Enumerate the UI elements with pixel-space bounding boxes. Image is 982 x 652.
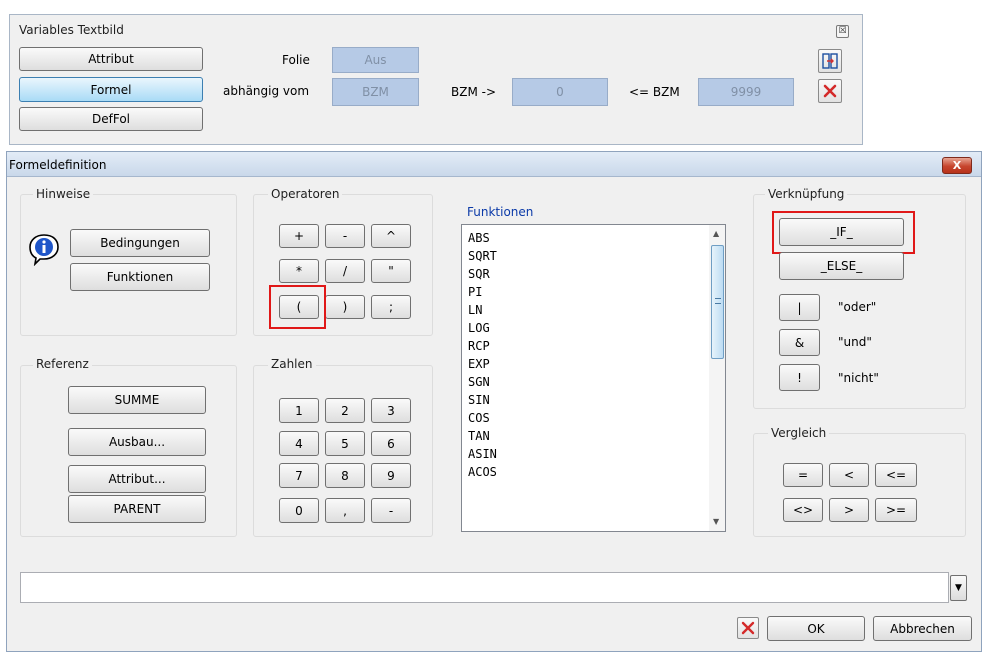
dialog-titlebar: Formeldefinition X (7, 152, 981, 177)
cmp-less-equal-button[interactable]: <= (875, 463, 917, 487)
funktionen-hint-button[interactable]: Funktionen (70, 263, 210, 291)
num-6-button[interactable]: 6 (371, 431, 411, 456)
num-0-button[interactable]: 0 (279, 498, 319, 523)
panel-close-icon[interactable]: ☒ (836, 25, 849, 38)
num-8-button[interactable]: 8 (325, 463, 365, 488)
num-comma-button[interactable]: , (325, 498, 365, 523)
cancel-button[interactable]: Abbrechen (873, 616, 972, 641)
formel-button[interactable]: Formel (19, 77, 203, 102)
summe-button[interactable]: SUMME (68, 386, 206, 414)
scrollbar-thumb[interactable] (711, 245, 724, 359)
cmp-greater-button[interactable]: > (829, 498, 869, 522)
num-7-button[interactable]: 7 (279, 463, 319, 488)
formula-dropdown-button[interactable]: ▼ (950, 575, 967, 601)
num-minus-button[interactable]: - (371, 498, 411, 523)
parent-button[interactable]: PARENT (68, 495, 206, 523)
referenz-label: Referenz (33, 357, 92, 371)
bzm-to-label: <= BZM (629, 85, 680, 99)
list-item[interactable]: SGN (468, 375, 490, 389)
bzm-to-field[interactable]: 9999 (698, 78, 794, 106)
vergleich-label: Vergleich (768, 426, 830, 440)
cmp-equal-button[interactable]: = (783, 463, 823, 487)
op-divide-button[interactable]: / (325, 259, 365, 283)
and-label: "und" (838, 335, 872, 349)
bedingungen-button[interactable]: Bedingungen (70, 229, 210, 257)
info-icon (27, 232, 61, 267)
dialog-title: Formeldefinition (9, 158, 107, 172)
bzm-from-field[interactable]: 0 (512, 78, 608, 106)
op-plus-button[interactable]: + (279, 224, 319, 248)
highlight-open-paren (269, 285, 326, 329)
bzm-from-label: BZM -> (451, 85, 497, 99)
num-3-button[interactable]: 3 (371, 398, 411, 423)
op-semicolon-button[interactable]: ; (371, 295, 411, 319)
list-item[interactable]: ABS (468, 231, 490, 245)
highlight-if-button (772, 211, 915, 254)
abhaengig-label: abhängig vom (223, 84, 310, 98)
cmp-not-equal-button[interactable]: <> (783, 498, 823, 522)
ok-button[interactable]: OK (767, 616, 865, 641)
cmp-greater-equal-button[interactable]: >= (875, 498, 917, 522)
op-power-button[interactable]: ^ (371, 224, 411, 248)
funktionen-list-label: Funktionen (467, 205, 534, 219)
variables-textbild-panel: Variables Textbild ☒ Attribut Formel Def… (9, 14, 863, 145)
abhaengig-field[interactable]: BZM (332, 78, 419, 106)
ausbau-button[interactable]: Ausbau... (68, 428, 206, 456)
verknuepfung-label: Verknüpfung (765, 187, 848, 201)
folie-label: Folie (282, 53, 310, 67)
op-minus-button[interactable]: - (325, 224, 365, 248)
list-item[interactable]: TAN (468, 429, 490, 443)
formeldefinition-dialog: Formeldefinition X Hinweise Bedingungen … (6, 151, 982, 652)
cmp-less-button[interactable]: < (829, 463, 869, 487)
num-9-button[interactable]: 9 (371, 463, 411, 488)
list-item[interactable]: SIN (468, 393, 490, 407)
op-close-paren-button[interactable]: ) (325, 295, 365, 319)
else-button[interactable]: _ELSE_ (779, 252, 904, 280)
list-scrollbar[interactable]: ▲ ▼ (709, 225, 725, 531)
list-item[interactable]: COS (468, 411, 490, 425)
attribut-button[interactable]: Attribut (19, 47, 203, 71)
panel-title: Variables Textbild (19, 23, 124, 37)
not-label: "nicht" (838, 371, 879, 385)
operatoren-label: Operatoren (268, 187, 343, 201)
list-item[interactable]: LN (468, 303, 482, 317)
or-label: "oder" (838, 300, 877, 314)
list-item[interactable]: PI (468, 285, 482, 299)
op-quote-button[interactable]: " (371, 259, 411, 283)
num-5-button[interactable]: 5 (325, 431, 365, 456)
list-item[interactable]: ASIN (468, 447, 497, 461)
list-item[interactable]: ACOS (468, 465, 497, 479)
num-4-button[interactable]: 4 (279, 431, 319, 456)
num-1-button[interactable]: 1 (279, 398, 319, 423)
scroll-down-arrow-icon[interactable]: ▼ (713, 517, 719, 526)
list-item[interactable]: EXP (468, 357, 490, 371)
num-2-button[interactable]: 2 (325, 398, 365, 423)
not-button[interactable]: ! (779, 364, 820, 391)
formula-input[interactable] (20, 572, 949, 603)
dialog-close-button[interactable]: X (942, 157, 972, 174)
split-window-icon[interactable] (818, 49, 842, 73)
chevron-down-icon: ▼ (955, 583, 962, 593)
list-item[interactable]: SQR (468, 267, 490, 281)
attribut-ref-button[interactable]: Attribut... (68, 465, 206, 493)
or-button[interactable]: | (779, 294, 820, 321)
deffol-button[interactable]: DefFol (19, 107, 203, 131)
op-multiply-button[interactable]: * (279, 259, 319, 283)
folie-field[interactable]: Aus (332, 47, 419, 73)
funktionen-list[interactable]: ABS SQRT SQR PI LN LOG RCP EXP SGN SIN C… (461, 224, 726, 532)
list-item[interactable]: RCP (468, 339, 490, 353)
scroll-up-arrow-icon[interactable]: ▲ (713, 229, 719, 238)
zahlen-label: Zahlen (268, 357, 316, 371)
hinweise-label: Hinweise (33, 187, 94, 201)
cancel-x-icon[interactable] (737, 617, 759, 639)
list-item[interactable]: SQRT (468, 249, 497, 263)
list-item[interactable]: LOG (468, 321, 490, 335)
close-x-icon[interactable] (818, 79, 842, 103)
and-button[interactable]: & (779, 329, 820, 356)
